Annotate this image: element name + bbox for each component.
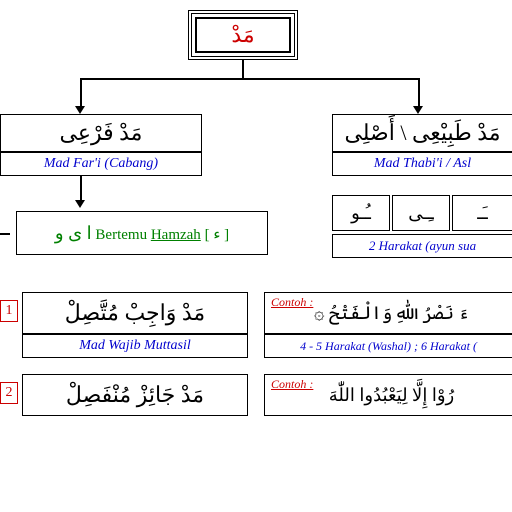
harakat-seg1: ـُـو bbox=[332, 195, 390, 231]
right-branch-latin: Mad Thabi'i / Asl bbox=[332, 152, 512, 176]
hamzah-content: ا ى و Bertemu Hamzah [ ء ] bbox=[55, 223, 229, 244]
harakat-caption: 2 Harakat (ayun sua bbox=[332, 234, 512, 258]
contoh2-box: Contoh : رُوْا إِلَّا لِيَعْبُدُوا اللّٰ… bbox=[264, 374, 512, 416]
harakat-seg2: ـِـى bbox=[392, 195, 450, 231]
num-1: 1 bbox=[0, 300, 18, 322]
contoh1-caption: 4 - 5 Harakat (Washal) ; 6 Harakat ( bbox=[264, 334, 512, 358]
left-branch-arabic: مَدْ فَرْعِى bbox=[0, 114, 202, 152]
item1-arabic: مَدْ وَاجِبْ مُتَّصِلْ bbox=[22, 292, 248, 334]
contoh1-label: Contoh : bbox=[271, 295, 313, 310]
conn-v bbox=[242, 60, 244, 78]
harakat-seg3: ـَـ bbox=[452, 195, 512, 231]
conn-right-v bbox=[418, 78, 420, 108]
root-node: مَدْ bbox=[188, 10, 298, 60]
conn-left-v bbox=[80, 78, 82, 108]
right-branch-arabic: مَدْ طَبِيْعِى \ أَصْلِى bbox=[332, 114, 512, 152]
arrow-left bbox=[75, 106, 85, 114]
item1-latin: Mad Wajib Muttasil bbox=[22, 334, 248, 358]
conn-left2 bbox=[80, 176, 82, 202]
item2-arabic: مَدْ جَائِزْ مُنْفَصِلْ bbox=[22, 374, 248, 416]
arrow-hamzah-line bbox=[0, 233, 10, 235]
contoh1-box: Contoh : ءَ نَصْرُ اللّٰهِ وَالْفَتْحُ ۞ bbox=[264, 292, 512, 334]
left-branch-latin: Mad Far'i (Cabang) bbox=[0, 152, 202, 176]
conn-h bbox=[80, 78, 420, 80]
arrow-left2 bbox=[75, 200, 85, 208]
contoh2-label: Contoh : bbox=[271, 377, 313, 392]
arrow-right bbox=[413, 106, 423, 114]
num-2: 2 bbox=[0, 382, 18, 404]
hamzah-box: ا ى و Bertemu Hamzah [ ء ] bbox=[16, 211, 268, 255]
root-arabic: مَدْ bbox=[231, 22, 254, 48]
